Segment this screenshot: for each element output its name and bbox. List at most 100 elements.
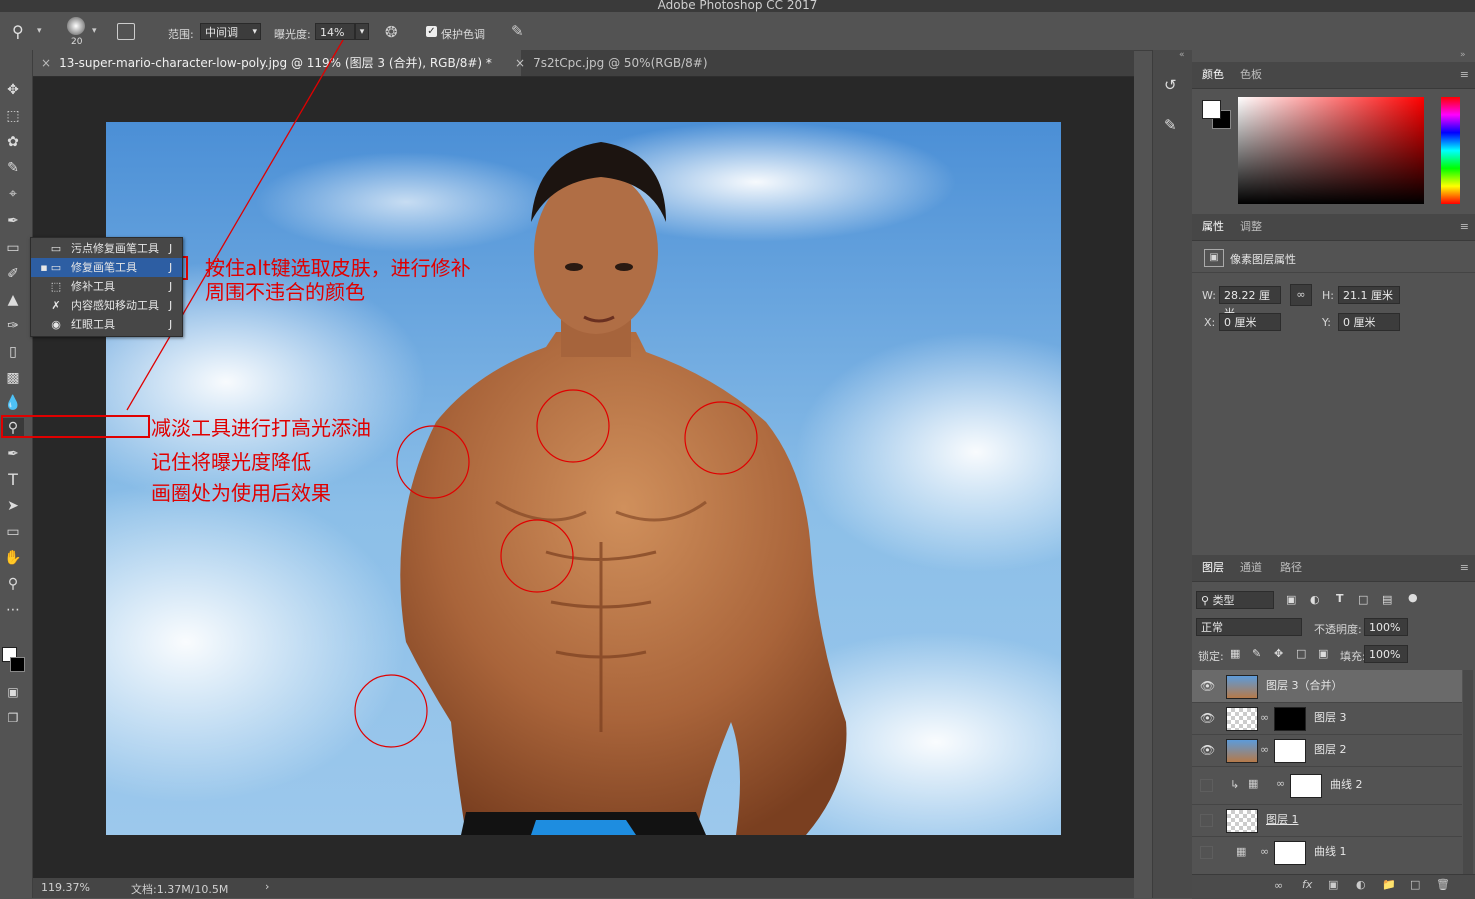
mask-link-icon[interactable]: ∞ xyxy=(1276,777,1285,790)
flyout-item-content-aware-move[interactable]: ✗ 内容感知移动工具 J xyxy=(31,296,182,315)
tab-color[interactable]: 颜色 xyxy=(1202,62,1224,88)
tab-layers[interactable]: 图层 xyxy=(1202,555,1224,581)
trash-icon[interactable]: 🗑 xyxy=(1436,878,1450,891)
layer-mask-thumbnail[interactable] xyxy=(1290,774,1322,798)
flyout-item-spot-healing[interactable]: ▭ 污点修复画笔工具 J xyxy=(31,239,182,258)
panel-menu-icon[interactable]: ≡ xyxy=(1460,561,1469,574)
flyout-item-label: 内容感知移动工具 xyxy=(71,299,159,312)
properties-panel-icon[interactable]: ✎ xyxy=(1164,116,1177,134)
y-input[interactable]: 0 厘米 xyxy=(1338,313,1400,331)
layer-name[interactable]: 图层 3（合并） xyxy=(1266,670,1343,702)
tab-properties[interactable]: 属性 xyxy=(1202,214,1224,240)
lock-all-icon[interactable]: ▣ xyxy=(1318,647,1328,660)
filter-smart-object-icon[interactable]: ▤ xyxy=(1382,593,1392,606)
lock-transparent-icon[interactable]: ▦ xyxy=(1230,647,1240,660)
panel-menu-icon[interactable]: ≡ xyxy=(1460,220,1469,233)
red-eye-icon: ◉ xyxy=(51,318,61,331)
height-input[interactable]: 21.1 厘米 xyxy=(1338,286,1400,304)
filter-pixel-icon[interactable]: ▣ xyxy=(1286,593,1296,606)
visibility-toggle[interactable] xyxy=(1200,779,1213,792)
height-label: H: xyxy=(1322,289,1334,302)
document-size: 文档:1.37M/10.5M xyxy=(131,883,229,896)
layer-mask-thumbnail[interactable] xyxy=(1274,841,1306,865)
eye-icon[interactable]: 👁 xyxy=(1200,679,1215,693)
x-label: X: xyxy=(1204,316,1216,329)
flyout-shortcut: J xyxy=(169,280,173,293)
tab-swatches[interactable]: 色板 xyxy=(1240,62,1262,88)
divider xyxy=(1192,272,1475,273)
add-mask-icon[interactable]: ▣ xyxy=(1328,878,1338,891)
layer-name[interactable]: 曲线 1 xyxy=(1314,836,1347,868)
eye-icon[interactable]: 👁 xyxy=(1200,743,1215,757)
lock-position-icon[interactable]: ✥ xyxy=(1274,647,1283,660)
eye-icon[interactable]: 👁 xyxy=(1200,711,1215,725)
blend-mode-select[interactable]: 正常 xyxy=(1196,618,1302,636)
layer-name[interactable]: 曲线 2 xyxy=(1330,766,1363,804)
curves-adjustment-icon: ▦ xyxy=(1248,777,1259,790)
layer-row[interactable]: ↳ ▦ ∞ 曲线 2 xyxy=(1192,766,1462,805)
flyout-item-label: 修补工具 xyxy=(71,280,115,293)
filter-adjustment-icon[interactable]: ◐ xyxy=(1310,593,1320,606)
content-aware-move-icon: ✗ xyxy=(51,299,61,312)
new-layer-icon[interactable]: □ xyxy=(1410,878,1420,891)
collapse-chevron-icon[interactable]: « xyxy=(1179,50,1185,60)
layer-name[interactable]: 图层 1 xyxy=(1266,804,1299,836)
collapsed-panels-strip: « ↺ ✎ xyxy=(1152,50,1193,898)
layer-row[interactable]: ▦ ∞ 曲线 1 xyxy=(1192,836,1462,868)
healing-brush-icon: ▭ xyxy=(50,261,62,274)
lock-pixels-icon[interactable]: ✎ xyxy=(1252,647,1261,660)
history-panel-icon[interactable]: ↺ xyxy=(1164,76,1177,94)
flyout-item-patch[interactable]: ⬚ 修补工具 J xyxy=(31,277,182,296)
fill-label: 填充: xyxy=(1340,650,1366,663)
filter-type-icon[interactable]: T xyxy=(1336,592,1344,605)
adjustment-layer-icon[interactable]: ◐ xyxy=(1356,878,1366,891)
fx-icon[interactable]: fx xyxy=(1302,878,1312,891)
collapse-chevron-icon[interactable]: » xyxy=(1460,50,1466,60)
fill-input[interactable]: 100% xyxy=(1364,645,1408,663)
x-input[interactable]: 0 厘米 xyxy=(1219,313,1281,331)
filter-shape-icon[interactable]: □ xyxy=(1358,593,1368,606)
filter-toggle-icon[interactable]: ● xyxy=(1408,591,1418,604)
color-field[interactable] xyxy=(1238,97,1424,204)
layer-mask-thumbnail[interactable] xyxy=(1274,739,1306,763)
status-bar: 119.37% 文档:1.37M/10.5M › xyxy=(33,878,1134,898)
hue-slider[interactable] xyxy=(1441,97,1460,204)
layer-mask-thumbnail[interactable] xyxy=(1274,707,1306,731)
annotation-dodge-line-2: 记住将曝光度降低 xyxy=(151,450,311,474)
flyout-item-healing-brush[interactable]: ▪ ▭ 修复画笔工具 J xyxy=(31,258,182,277)
y-label: Y: xyxy=(1322,316,1331,329)
mask-link-icon[interactable]: ∞ xyxy=(1260,711,1269,724)
width-input[interactable]: 28.22 厘米 xyxy=(1219,286,1281,320)
layer-row[interactable]: 👁 ∞ 图层 2 xyxy=(1192,734,1462,767)
tab-adjustments[interactable]: 调整 xyxy=(1240,214,1262,240)
layers-scrollbar[interactable] xyxy=(1463,670,1473,880)
annotation-circle xyxy=(536,389,610,463)
tab-paths[interactable]: 路径 xyxy=(1280,555,1302,581)
link-icon[interactable]: ∞ xyxy=(1290,284,1312,306)
flyout-item-red-eye[interactable]: ◉ 红眼工具 J xyxy=(31,315,182,334)
flyout-shortcut: J xyxy=(169,242,173,255)
layer-name[interactable]: 图层 2 xyxy=(1314,734,1347,766)
status-menu-chevron-icon[interactable]: › xyxy=(265,880,269,893)
layer-filter-select[interactable]: ⚲ 类型 xyxy=(1196,591,1274,609)
layer-row[interactable]: 👁 ∞ 图层 3 xyxy=(1192,702,1462,735)
lock-label: 锁定: xyxy=(1198,650,1224,663)
zoom-level[interactable]: 119.37% xyxy=(41,881,90,894)
mask-link-icon[interactable]: ∞ xyxy=(1260,743,1269,756)
opacity-input[interactable]: 100% xyxy=(1364,618,1408,636)
panel-menu-icon[interactable]: ≡ xyxy=(1460,68,1469,81)
layer-row[interactable]: 👁 图层 3（合并） xyxy=(1192,670,1462,703)
lock-artboard-icon[interactable]: □ xyxy=(1296,647,1306,660)
tab-channels[interactable]: 通道 xyxy=(1240,555,1262,581)
blend-mode-value: 正常 xyxy=(1201,621,1223,634)
layers-list: 👁 图层 3（合并） 👁 ∞ 图层 3 👁 ∞ 图层 2 ↳ ▦ ∞ 曲线 2 xyxy=(1192,670,1462,898)
foreground-color-swatch[interactable] xyxy=(1202,100,1221,119)
visibility-toggle[interactable] xyxy=(1200,846,1213,859)
flyout-item-label: 红眼工具 xyxy=(71,318,115,331)
new-group-icon[interactable]: 📁 xyxy=(1382,878,1396,891)
link-layers-icon[interactable]: ∞ xyxy=(1274,879,1283,892)
mask-link-icon[interactable]: ∞ xyxy=(1260,845,1269,858)
layer-name[interactable]: 图层 3 xyxy=(1314,702,1347,734)
layer-row[interactable]: 图层 1 xyxy=(1192,804,1462,837)
visibility-toggle[interactable] xyxy=(1200,814,1213,827)
